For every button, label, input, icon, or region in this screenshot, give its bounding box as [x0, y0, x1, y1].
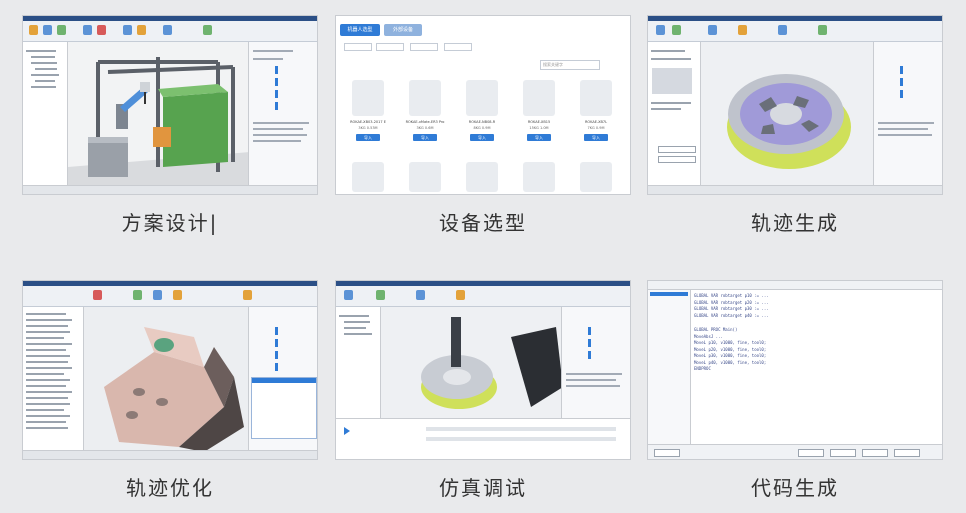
robot-image	[580, 80, 612, 116]
trajectory-list-panel	[23, 307, 84, 451]
bottom-button[interactable]	[862, 449, 888, 457]
ribbon-toolbar	[23, 286, 317, 307]
card-caption: 代码生成	[751, 476, 839, 500]
import-button[interactable]: 导入	[527, 134, 551, 141]
robot-name: ROKAE-XB03-2017 E	[350, 120, 386, 124]
timeline-track[interactable]	[426, 437, 616, 441]
robot-image	[409, 162, 441, 192]
play-icon[interactable]	[344, 427, 350, 435]
card-caption: 轨迹生成	[751, 211, 839, 235]
simulation-debug-screenshot	[335, 280, 631, 460]
timeline-track[interactable]	[426, 427, 616, 431]
card-caption: 轨迹优化	[126, 476, 214, 500]
robot-image	[352, 80, 384, 116]
scene-tree-panel	[23, 42, 68, 186]
robot-image	[466, 80, 498, 116]
robot-card[interactable]: ROKAE-XB03-2017 E 3KG 0.53M 导入	[342, 76, 394, 150]
robot-image	[409, 80, 441, 116]
3d-viewport[interactable]	[84, 307, 250, 452]
scheme-design-screenshot	[22, 15, 318, 195]
workcell-illustration	[68, 42, 250, 187]
import-button[interactable]: 导入	[470, 134, 494, 141]
simulation-illustration	[381, 307, 563, 421]
import-button[interactable]: 导入	[413, 134, 437, 141]
robot-image	[352, 162, 384, 192]
scene-tree-panel	[336, 307, 381, 419]
selection-tab-bar: 机器人选型 外部设备	[340, 24, 626, 36]
3d-viewport[interactable]	[381, 307, 563, 421]
card-caption: 方案设计|	[121, 211, 219, 235]
ribbon-toolbar	[336, 286, 630, 307]
robot-name: ROKAE-XB7L	[584, 120, 608, 124]
card-caption: 设备选型	[439, 211, 527, 235]
bottom-button[interactable]	[798, 449, 824, 457]
trajectory-generation-screenshot	[647, 15, 943, 195]
robot-spec: 15KG 1.0M	[529, 126, 549, 130]
3d-viewport[interactable]	[701, 42, 875, 187]
robot-spec: 7KG 0.9M	[587, 126, 605, 130]
search-input[interactable]: 搜索关键字	[540, 60, 600, 70]
trajectory-param-panel	[648, 42, 701, 186]
code-editor[interactable]: GLOBAL VAR robtarget p10 := ... GLOBAL V…	[694, 293, 938, 443]
trajectory-point-table	[251, 377, 317, 439]
properties-panel	[248, 42, 317, 186]
ribbon-toolbar	[23, 21, 317, 42]
code-generation-screenshot: GLOBAL VAR robtarget p10 := ... GLOBAL V…	[647, 280, 943, 460]
robot-card[interactable]: ROKAE-XB7L 7KG 0.9M 导入	[570, 76, 622, 150]
file-list-panel	[648, 290, 691, 445]
robot-image	[580, 162, 612, 192]
robot-name: ROKAE-XB15	[527, 120, 551, 124]
timeline-panel[interactable]	[336, 418, 630, 459]
import-button[interactable]: 导入	[356, 134, 380, 141]
properties-panel	[873, 42, 942, 186]
code-bottom-bar	[648, 444, 942, 459]
device-selection-screenshot: 机器人选型 外部设备 搜索关键字 ROKAE-XB03-2017 E 3KG 0…	[335, 15, 631, 195]
robot-image	[523, 162, 555, 192]
wheel-illustration	[701, 42, 875, 187]
filter-row	[344, 42, 622, 51]
robot-name: ROKAE-xMate-ER3 Pro	[405, 120, 445, 124]
import-button[interactable]: 导入	[584, 134, 608, 141]
bottom-button[interactable]	[894, 449, 920, 457]
robot-spec: 3KG 0.6M	[416, 126, 434, 130]
card-caption: 仿真调试	[439, 476, 527, 500]
code-window-titlebar	[648, 281, 942, 290]
robot-spec: 8KG 0.9M	[473, 126, 491, 130]
robot-spec: 3KG 0.53M	[358, 126, 378, 130]
robot-grid: ROKAE-XB03-2017 E 3KG 0.53M 导入 ROKAE-xMa…	[342, 76, 624, 194]
ribbon-toolbar	[648, 21, 942, 42]
trajectory-optimization-screenshot	[22, 280, 318, 460]
bottom-button[interactable]	[654, 449, 680, 457]
properties-panel	[561, 307, 630, 419]
part-thumbnail	[652, 68, 692, 94]
robot-card[interactable]: ROKAE-xMate-ER3 Pro 3KG 0.6M 导入	[399, 76, 451, 150]
status-bar	[648, 185, 942, 194]
properties-panel	[248, 307, 317, 451]
3d-viewport[interactable]	[68, 42, 250, 187]
robot-name: ROKAE-NB08-R	[468, 120, 496, 124]
tab-robot-selection[interactable]: 机器人选型	[340, 24, 380, 36]
code-line: ENDPROC	[694, 366, 711, 371]
status-bar	[23, 450, 317, 459]
robot-card[interactable]: ROKAE-NB08-R 8KG 0.9M 导入	[456, 76, 508, 150]
dropdown[interactable]	[658, 156, 696, 163]
dropdown[interactable]	[658, 146, 696, 153]
robot-image	[523, 80, 555, 116]
robot-card[interactable]: ROKAE-XB15 15KG 1.0M 导入	[513, 76, 565, 150]
casting-illustration	[84, 307, 250, 452]
tab-external-devices[interactable]: 外部设备	[384, 24, 422, 36]
bottom-button[interactable]	[830, 449, 856, 457]
robot-image	[466, 162, 498, 192]
status-bar	[23, 185, 317, 194]
